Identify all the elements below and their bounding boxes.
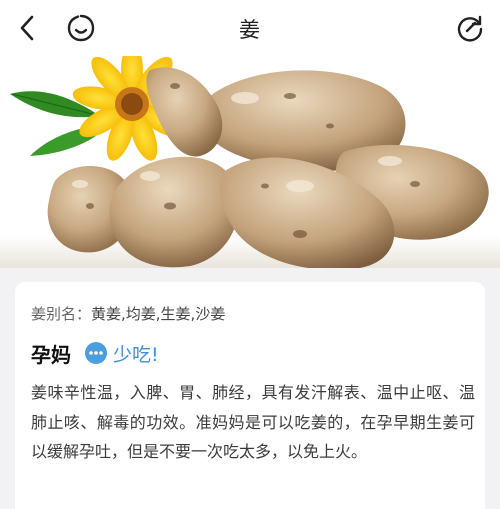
- food-description: 姜味辛性温，入脾、胃、肺经，具有发汗解表、温中止呕、温肺止咳、解毒的功效。准妈妈…: [31, 383, 475, 461]
- refresh-icon: [457, 15, 483, 42]
- page-title: 姜: [239, 18, 261, 42]
- alias-label: 姜别名：: [31, 305, 92, 323]
- pregnancy-status-row: 孕妈 少吃!: [31, 339, 159, 367]
- status-badge: 少吃!: [113, 343, 159, 366]
- ginger-photo-illustration: [0, 56, 500, 268]
- alias-line: 姜别名：黄姜,均姜,生姜,沙姜: [31, 303, 225, 324]
- status-title: 孕妈: [31, 342, 71, 367]
- food-photo: [0, 56, 500, 268]
- food-info-card: 姜别名：黄姜,均姜,生姜,沙姜 孕妈 少吃! 姜味辛性温，入脾、胃、肺经，具有发…: [15, 282, 485, 509]
- page: 姜 姜别名：黄姜,均姜,生姜,沙姜 孕妈 少吃! 姜味辛性温，入脾、胃、肺经，具…: [0, 0, 500, 509]
- refresh-button[interactable]: [452, 10, 488, 46]
- alias-value: 黄姜,均姜,生姜,沙姜: [91, 305, 226, 323]
- top-nav-bar: 姜: [0, 0, 500, 56]
- more-dots-icon: [85, 342, 107, 364]
